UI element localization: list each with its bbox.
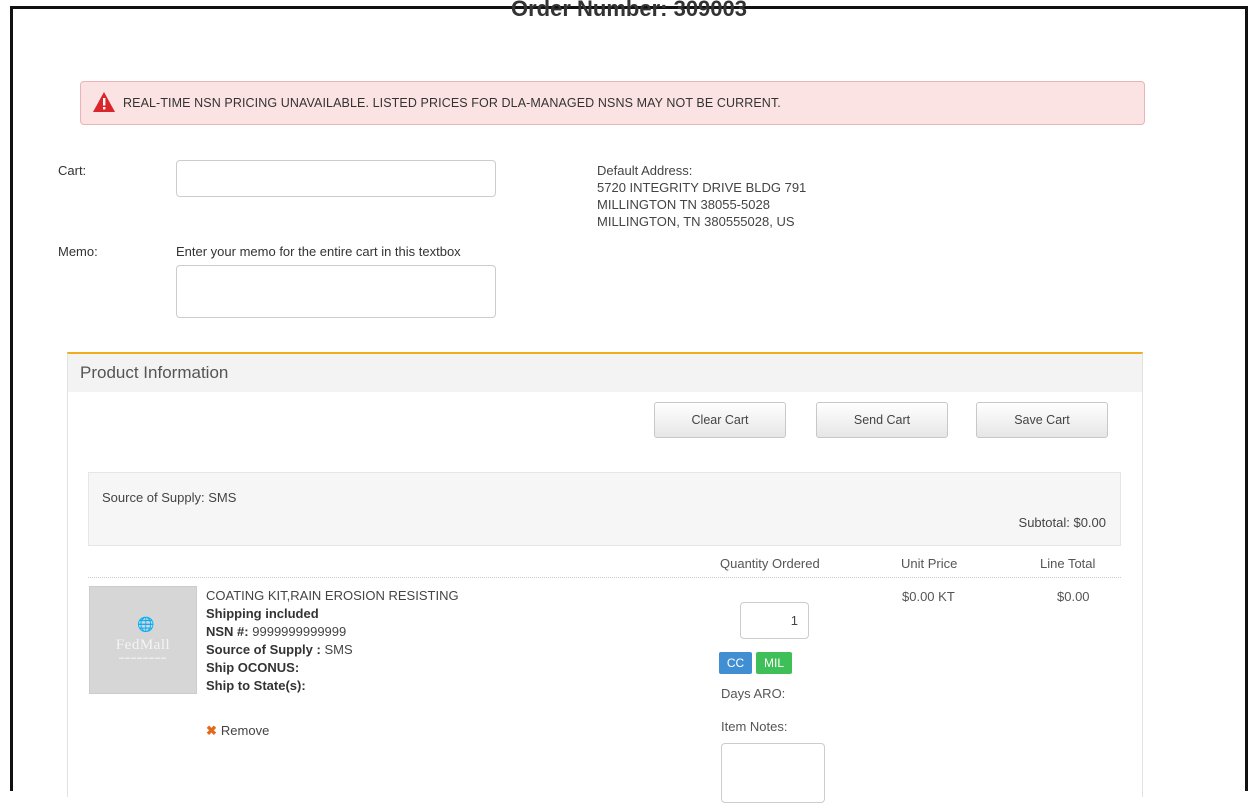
- days-aro-label: Days ARO:: [721, 686, 786, 701]
- line-total-value: $0.00: [1057, 589, 1090, 604]
- unit-price-header: Unit Price: [901, 556, 958, 571]
- item-source-label: Source of Supply :: [206, 642, 321, 657]
- save-cart-button[interactable]: Save Cart: [976, 402, 1108, 438]
- memo-label: Memo:: [58, 244, 98, 259]
- product-details: COATING KIT,RAIN EROSION RESISTING Shipp…: [206, 587, 459, 695]
- remove-x-icon: ✖: [206, 723, 217, 738]
- item-notes-textarea[interactable]: [721, 743, 825, 803]
- product-image[interactable]: 🌐 FedMall ▬▬▬▬▬▬▬▬: [89, 586, 197, 694]
- subtotal: Subtotal: $0.00: [1018, 515, 1106, 530]
- globe-icon: 🌐: [137, 616, 155, 632]
- address-heading: Default Address:: [597, 163, 693, 178]
- cart-label: Cart:: [58, 163, 87, 178]
- default-address: Default Address: 5720 INTEGRITY DRIVE BL…: [597, 162, 806, 230]
- panel-title: Product Information: [80, 363, 229, 382]
- cc-badge: CC: [719, 652, 752, 674]
- alert-message: REAL-TIME NSN PRICING UNAVAILABLE. LISTE…: [123, 96, 781, 110]
- quantity-ordered-header: Quantity Ordered: [720, 556, 820, 571]
- warning-icon: [93, 92, 115, 112]
- fedmall-logo: FedMall: [115, 637, 171, 653]
- quantity-input[interactable]: 1: [740, 602, 809, 639]
- nsn-value: 9999999999999: [252, 624, 347, 639]
- header-divider: [88, 577, 1121, 578]
- memo-textarea[interactable]: [176, 265, 496, 318]
- item-source-value: SMS: [324, 642, 353, 657]
- send-cart-button[interactable]: Send Cart: [816, 402, 948, 438]
- address-line-2: MILLINGTON TN 38055-5028: [597, 197, 770, 212]
- shipping-info: Shipping included: [206, 606, 319, 621]
- window-frame-left: [10, 6, 13, 791]
- ship-to-states-label: Ship to State(s):: [206, 678, 306, 693]
- logo-subtext: ▬▬▬▬▬▬▬▬: [119, 655, 167, 661]
- remove-item-link[interactable]: ✖ Remove: [206, 723, 269, 739]
- address-line-1: 5720 INTEGRITY DRIVE BLDG 791: [597, 180, 807, 195]
- supply-group: Source of Supply: SMS Subtotal: $0.00: [88, 472, 1121, 546]
- mil-badge: MIL: [756, 652, 792, 674]
- memo-hint: Enter your memo for the entire cart in t…: [176, 244, 461, 259]
- item-notes-label: Item Notes:: [721, 719, 788, 734]
- pricing-alert: REAL-TIME NSN PRICING UNAVAILABLE. LISTE…: [80, 81, 1145, 125]
- product-information-panel: Product Information Clear Cart Send Cart…: [67, 352, 1143, 803]
- nsn-label: NSN #:: [206, 624, 249, 639]
- panel-header: Product Information: [68, 354, 1142, 392]
- unit-price-value: $0.00 KT: [902, 589, 955, 604]
- ship-oconus-label: Ship OCONUS:: [206, 660, 300, 675]
- cart-name-input[interactable]: [176, 160, 496, 197]
- order-number-title: Order Number: 309003: [511, 0, 747, 21]
- clear-cart-button[interactable]: Clear Cart: [654, 402, 786, 438]
- product-name[interactable]: COATING KIT,RAIN EROSION RESISTING: [206, 587, 459, 605]
- window-frame-right: [1245, 6, 1248, 791]
- line-total-header: Line Total: [1040, 556, 1096, 571]
- address-line-3: MILLINGTON, TN 380555028, US: [597, 214, 795, 229]
- remove-label: Remove: [220, 723, 270, 738]
- source-of-supply: Source of Supply: SMS: [102, 490, 237, 505]
